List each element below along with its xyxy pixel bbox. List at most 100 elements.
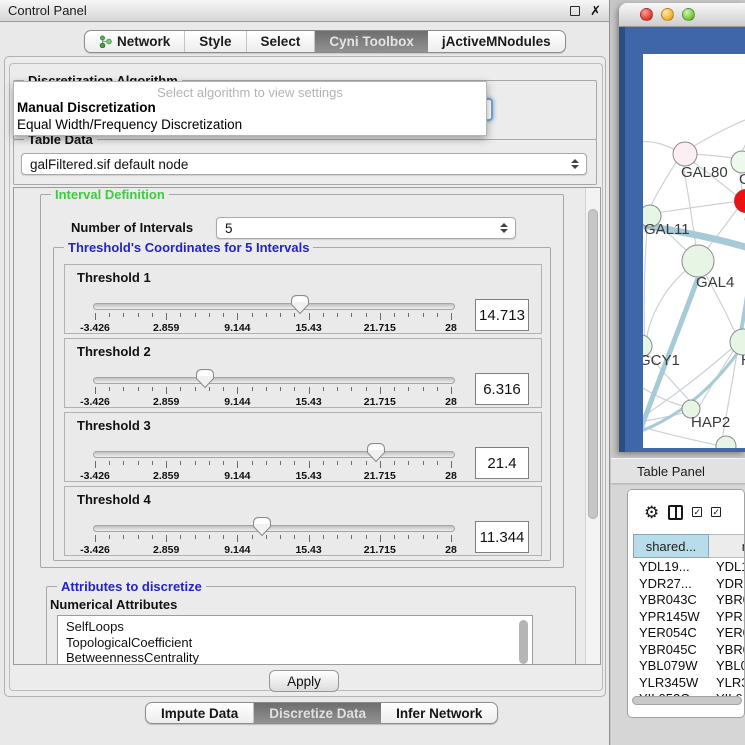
tick-mark: [195, 535, 196, 539]
scale-label: 9.144: [224, 396, 250, 408]
tick-mark: [252, 313, 253, 317]
tick-mark: [123, 387, 124, 391]
tab-network[interactable]: Network: [85, 31, 185, 52]
zoom-traffic-light-icon[interactable]: [682, 8, 695, 21]
settings-scrollbar-thumb[interactable]: [588, 209, 598, 519]
threshold-value-field[interactable]: 21.4: [475, 447, 529, 479]
thresholds-group: Threshold's Coordinates for 5 Intervals …: [53, 247, 551, 561]
table-row[interactable]: YBL079WYBL0: [628, 658, 745, 675]
scale-label: 21.715: [364, 396, 396, 408]
table-row[interactable]: YDL19...YDL1: [628, 559, 745, 576]
tick-mark: [109, 461, 110, 465]
column-header-name[interactable]: na: [709, 534, 745, 558]
threshold-value-field[interactable]: 14.713: [475, 299, 529, 331]
tab-jactivemnodules[interactable]: jActiveMNodules: [428, 31, 565, 52]
float-window-icon[interactable]: [570, 6, 580, 16]
scale-label: 2.859: [153, 470, 179, 482]
tab-select[interactable]: Select: [247, 31, 316, 52]
checkbox-icon[interactable]: ✓: [692, 507, 702, 517]
table-row[interactable]: YBR045CYBR0: [628, 642, 745, 659]
slider-track[interactable]: [93, 303, 455, 310]
tick-mark: [309, 387, 310, 394]
gear-icon[interactable]: ⚙: [644, 504, 659, 521]
numerical-attributes-list[interactable]: SelfLoopsTopologicalCoefficientBetweenne…: [57, 615, 533, 665]
tab-label: Network: [117, 34, 170, 49]
scale-label: 28: [445, 544, 457, 556]
table-row[interactable]: YLR345WYLR3: [628, 675, 745, 692]
slider-ticks: [95, 461, 452, 470]
threshold-value-field[interactable]: 11.344: [475, 521, 529, 553]
table-row[interactable]: YBR043C YBR0: [628, 592, 745, 609]
scale-label: 28: [445, 322, 457, 334]
tick-mark: [166, 535, 167, 542]
network-node[interactable]: [735, 190, 745, 213]
close-icon[interactable]: ✗: [590, 4, 601, 17]
slider-thumb[interactable]: [366, 442, 386, 463]
table-data-combobox[interactable]: galFiltered.sif default node: [21, 153, 587, 175]
threshold-value-field[interactable]: 6.316: [475, 373, 529, 405]
cell-shared-name: YER054C: [639, 625, 697, 640]
cell-shared-name: YDL19...: [639, 559, 690, 574]
tick-mark: [380, 535, 381, 542]
attributes-legend: Attributes to discretize: [57, 579, 206, 594]
table-hscrollbar-thumb[interactable]: [632, 696, 742, 705]
algorithm-option[interactable]: Manual Discretization: [17, 100, 483, 116]
attribute-item[interactable]: SelfLoops: [66, 619, 532, 635]
network-edge-highlighted[interactable]: [739, 236, 745, 342]
tab-label: Select: [261, 34, 301, 49]
cell-name: YBL0: [716, 658, 745, 673]
slider-track[interactable]: [93, 525, 455, 532]
network-node[interactable]: [682, 245, 714, 277]
column-layout-icon[interactable]: [668, 505, 683, 520]
column-header-shared[interactable]: shared...: [633, 534, 709, 558]
tick-mark: [138, 313, 139, 317]
table-row[interactable]: YDR27...YDR2: [628, 576, 745, 593]
tick-mark: [209, 313, 210, 317]
slider-thumb[interactable]: [252, 516, 272, 537]
number-of-intervals-combobox[interactable]: 5: [216, 217, 516, 239]
cell-shared-name: YBR043C: [639, 592, 697, 607]
algorithm-option[interactable]: Equal Width/Frequency Discretization: [17, 117, 483, 133]
algorithm-dropdown-popup: Select algorithm to view settings Manual…: [13, 81, 487, 136]
tick-mark: [451, 387, 452, 394]
cell-name: YBR0: [716, 592, 745, 607]
network-node-label: GAL4: [696, 274, 734, 291]
tick-mark: [351, 387, 352, 391]
table-row[interactable]: YPR145WYPR1: [628, 609, 745, 626]
slider-thumb[interactable]: [195, 368, 215, 389]
minimize-traffic-light-icon[interactable]: [661, 8, 674, 21]
tick-mark: [266, 313, 267, 317]
tab-style[interactable]: Style: [185, 31, 246, 52]
slider-track[interactable]: [93, 377, 455, 384]
attribute-item[interactable]: BetweennessCentrality: [66, 650, 532, 665]
tick-mark: [195, 461, 196, 465]
tab-discretize-data[interactable]: Discretize Data: [254, 703, 381, 723]
attributes-scrollbar-thumb[interactable]: [519, 620, 528, 664]
tick-mark: [309, 461, 310, 468]
tab-impute-data[interactable]: Impute Data: [146, 703, 254, 723]
tab-infer-network[interactable]: Infer Network: [381, 703, 497, 723]
tick-mark: [95, 387, 96, 394]
scale-label: 2.859: [153, 396, 179, 408]
scale-label: 28: [445, 470, 457, 482]
tab-label: Style: [199, 34, 231, 49]
network-node[interactable]: [731, 151, 745, 173]
network-edge[interactable]: [648, 201, 743, 214]
network-node[interactable]: [716, 436, 736, 448]
table-row[interactable]: YER054CYER0: [628, 625, 745, 642]
apply-button[interactable]: Apply: [269, 670, 339, 692]
slider-scale-labels: -3.4262.8599.14415.4321.71528: [95, 322, 452, 333]
tick-mark: [237, 535, 238, 542]
settings-scrollbar[interactable]: [585, 188, 600, 664]
attribute-item[interactable]: TopologicalCoefficient: [66, 635, 532, 651]
bottom-tab-bar: Impute DataDiscretize DataInfer Network: [145, 702, 498, 724]
slider-track[interactable]: [93, 451, 455, 458]
network-icon: [99, 35, 112, 48]
network-canvas[interactable]: GAL80GACGAL11GAL4GCY1HHAP2: [643, 54, 745, 448]
checkbox-icon[interactable]: ✓: [711, 507, 721, 517]
tick-mark: [280, 313, 281, 317]
network-node[interactable]: [673, 142, 697, 166]
slider-thumb[interactable]: [290, 294, 310, 315]
close-traffic-light-icon[interactable]: [640, 8, 653, 21]
tab-cyni-toolbox[interactable]: Cyni Toolbox: [315, 31, 428, 52]
